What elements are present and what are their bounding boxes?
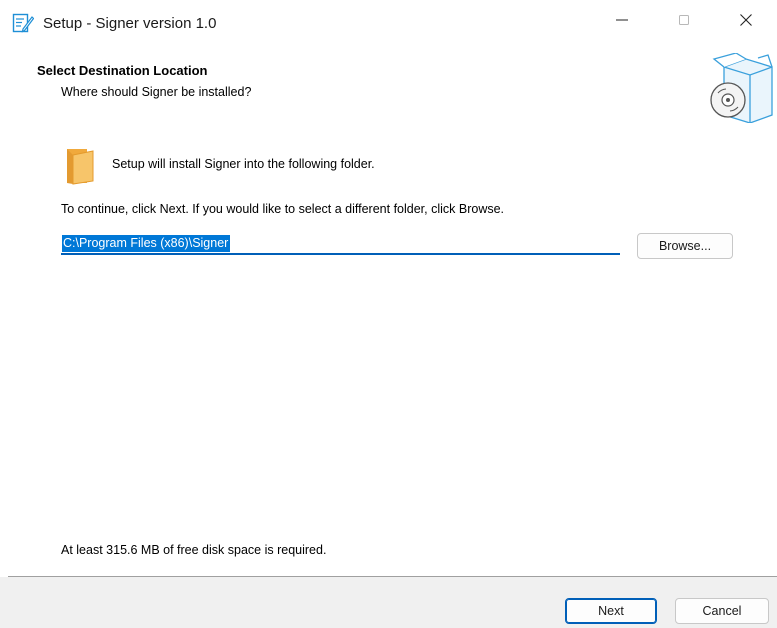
maximize-icon bbox=[678, 13, 690, 31]
destination-path-value: C:\Program Files (x86)\Signer bbox=[62, 235, 231, 252]
instructions-text: To continue, click Next. If you would li… bbox=[61, 202, 505, 216]
page-title: Select Destination Location bbox=[37, 63, 208, 78]
folder-icon bbox=[65, 147, 97, 185]
installer-edit-icon bbox=[12, 12, 35, 34]
close-icon bbox=[739, 13, 753, 32]
next-button[interactable]: Next bbox=[565, 598, 657, 624]
disk-space-text: At least 315.6 MB of free disk space is … bbox=[61, 543, 327, 557]
button-bar bbox=[0, 577, 777, 628]
destination-path-input[interactable]: C:\Program Files (x86)\Signer bbox=[61, 233, 620, 255]
cancel-button[interactable]: Cancel bbox=[675, 598, 769, 624]
close-button[interactable] bbox=[720, 0, 772, 44]
title-bar: Setup - Signer version 1.0 bbox=[0, 0, 777, 46]
install-info-text: Setup will install Signer into the follo… bbox=[112, 157, 375, 171]
install-box-disc-icon bbox=[706, 52, 774, 124]
page-subtitle: Where should Signer be installed? bbox=[61, 85, 252, 99]
maximize-button[interactable] bbox=[658, 0, 710, 44]
browse-button[interactable]: Browse... bbox=[637, 233, 733, 259]
minimize-button[interactable] bbox=[596, 0, 648, 44]
minimize-icon bbox=[615, 13, 629, 32]
window-title: Setup - Signer version 1.0 bbox=[43, 15, 217, 32]
